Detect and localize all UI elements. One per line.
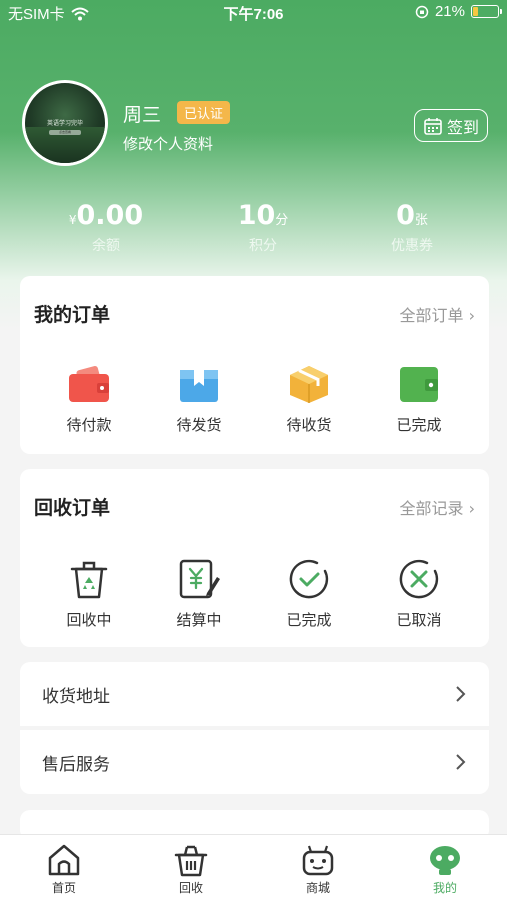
recycle-orders-title: 回收订单 bbox=[34, 497, 111, 519]
wallet-done-icon bbox=[400, 367, 438, 402]
menu-after-sales[interactable]: 售后服务 bbox=[20, 730, 489, 794]
orientation-lock-icon bbox=[415, 5, 429, 18]
my-orders-card: 我的订单 全部订单 › 待付款 待发货 待收货 已完成 bbox=[20, 276, 489, 454]
tab-label: 我的 bbox=[432, 881, 457, 895]
stat-points[interactable]: 10分 积分 bbox=[193, 200, 333, 255]
menu-label: 售后服务 bbox=[42, 754, 110, 775]
stat-coupons[interactable]: 0张 优惠券 bbox=[342, 200, 482, 255]
recycle-label: 已取消 bbox=[396, 611, 442, 629]
profile-face-icon bbox=[430, 846, 460, 875]
recycle-label: 回收中 bbox=[66, 611, 112, 629]
avatar[interactable]: 英语学习完毕 点击查看 bbox=[22, 80, 108, 166]
currency-symbol: ¥ bbox=[68, 213, 77, 227]
my-orders-title: 我的订单 bbox=[34, 304, 111, 326]
stat-label: 积分 bbox=[249, 238, 277, 254]
points-value: 10 bbox=[237, 200, 276, 231]
checkin-button[interactable]: 签到 bbox=[414, 109, 488, 142]
recycle-label: 已完成 bbox=[286, 611, 332, 629]
username: 周三 bbox=[123, 104, 162, 126]
recycle-label: 结算中 bbox=[176, 611, 222, 629]
stat-value: 10分 bbox=[193, 200, 333, 231]
edit-profile-link[interactable]: 修改个人资料 bbox=[123, 133, 213, 154]
battery-level bbox=[473, 7, 479, 16]
avatar-subcaption: 点击查看 bbox=[49, 130, 81, 135]
stat-label: 优惠券 bbox=[391, 238, 433, 254]
order-label: 待收货 bbox=[286, 416, 332, 434]
recycle-settling[interactable]: 结算中 bbox=[144, 557, 254, 630]
points-unit: 分 bbox=[275, 213, 289, 228]
tab-label: 商城 bbox=[305, 881, 330, 895]
chevron-right-icon: › bbox=[463, 306, 475, 325]
menu-shipping-address[interactable]: 收货地址 bbox=[20, 662, 489, 726]
order-pending-shipment[interactable]: 待发货 bbox=[144, 364, 254, 435]
verified-badge: 已认证 bbox=[177, 101, 231, 124]
status-bar: 无SIM卡 下午7:06 21% bbox=[0, 0, 507, 26]
chevron-right-icon bbox=[456, 686, 466, 702]
balance-value: 0.00 bbox=[76, 200, 144, 231]
x-circle-icon bbox=[399, 559, 439, 599]
order-pending-receipt[interactable]: 待收货 bbox=[254, 364, 364, 435]
robot-icon bbox=[302, 845, 334, 876]
tab-recycle[interactable]: 回收 bbox=[151, 843, 231, 896]
bottom-tab-bar: 首页 回收 商城 我的 bbox=[0, 834, 507, 900]
coupons-value: 0 bbox=[396, 200, 415, 231]
basket-icon bbox=[174, 845, 208, 877]
tab-home[interactable]: 首页 bbox=[24, 843, 104, 896]
recycle-completed[interactable]: 已完成 bbox=[254, 557, 364, 630]
stat-balance[interactable]: ¥0.00 余额 bbox=[36, 200, 176, 255]
recycle-orders-card: 回收订单 全部记录 › 回收中 结算中 已完成 已取消 bbox=[20, 469, 489, 647]
stat-value: 0张 bbox=[342, 200, 482, 231]
chevron-right-icon: › bbox=[463, 499, 475, 518]
checkin-label: 签到 bbox=[446, 117, 479, 137]
order-completed[interactable]: 已完成 bbox=[364, 364, 474, 435]
battery-percent: 21% bbox=[434, 3, 465, 20]
avatar-caption: 英语学习完毕 bbox=[46, 120, 83, 127]
recycle-bin-icon bbox=[70, 561, 108, 599]
chevron-right-icon bbox=[456, 754, 466, 770]
tab-mall[interactable]: 商城 bbox=[278, 843, 358, 896]
recycle-cancelled[interactable]: 已取消 bbox=[364, 557, 474, 630]
calendar-icon bbox=[424, 117, 442, 135]
all-records-label: 全部记录 bbox=[399, 499, 464, 518]
coupons-unit: 张 bbox=[414, 213, 428, 228]
order-label: 待发货 bbox=[176, 416, 222, 434]
tab-mine[interactable]: 我的 bbox=[405, 843, 485, 896]
order-pending-payment[interactable]: 待付款 bbox=[34, 364, 144, 435]
tab-label: 首页 bbox=[51, 881, 76, 895]
menu-label: 收货地址 bbox=[42, 686, 110, 707]
settlement-icon bbox=[179, 559, 220, 599]
package-icon bbox=[290, 366, 328, 403]
wallet-icon bbox=[69, 366, 109, 402]
battery-icon bbox=[471, 5, 502, 18]
recycle-in-progress[interactable]: 回收中 bbox=[34, 557, 144, 630]
all-orders-link[interactable]: 全部订单 › bbox=[400, 302, 476, 326]
check-circle-icon bbox=[289, 559, 329, 599]
home-icon bbox=[48, 844, 80, 876]
all-orders-label: 全部订单 bbox=[399, 306, 464, 325]
stat-value: ¥0.00 bbox=[36, 200, 176, 231]
order-label: 已完成 bbox=[396, 416, 442, 434]
tab-label: 回收 bbox=[178, 881, 203, 895]
box-ship-icon bbox=[180, 370, 218, 402]
stat-label: 余额 bbox=[92, 238, 120, 254]
all-records-link[interactable]: 全部记录 › bbox=[400, 495, 476, 519]
order-label: 待付款 bbox=[66, 416, 112, 434]
